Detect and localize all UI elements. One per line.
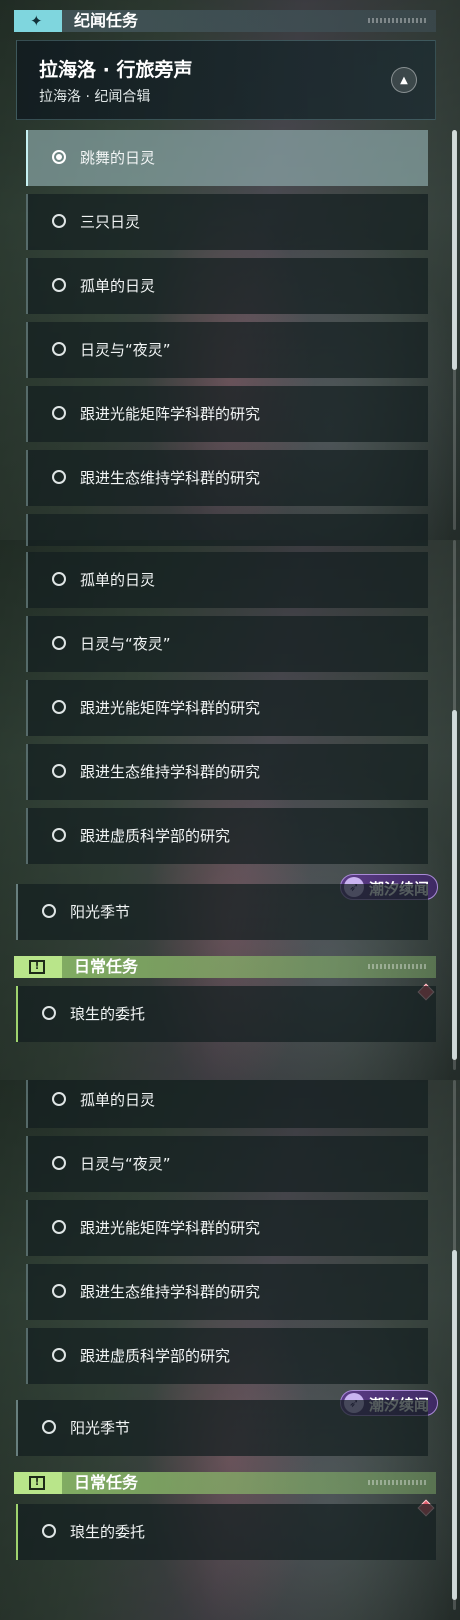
quest-label: 跟进光能矩阵学科群的研究 xyxy=(80,405,261,423)
quest-label: 跳舞的日灵 xyxy=(80,149,156,167)
radio-icon xyxy=(52,572,66,586)
quest-label: 跟进光能矩阵学科群的研究 xyxy=(80,699,261,717)
quest-label: 日灵与“夜灵” xyxy=(80,635,171,653)
screenshot-panel-2: 孤单的日灵 日灵与“夜灵” 跟进光能矩阵学科群的研究 跟进生态维持学科群的研究 … xyxy=(0,540,460,1080)
collapse-triangle-icon[interactable]: ▲ xyxy=(391,67,417,93)
quest-label: 三只日灵 xyxy=(80,213,141,231)
scrollbar-thumb[interactable] xyxy=(452,130,457,370)
daily-quest-item[interactable]: 琅生的委托 xyxy=(16,986,436,1042)
section-tag: ! xyxy=(14,1472,62,1494)
scrollbar-thumb[interactable] xyxy=(452,710,457,1060)
section-title: 纪闻任务 xyxy=(74,11,139,30)
section-tag: ! xyxy=(14,956,62,978)
radio-icon xyxy=(52,406,66,420)
quest-item-partial[interactable] xyxy=(26,540,428,546)
radio-icon xyxy=(52,1348,66,1362)
radio-selected-icon xyxy=(52,150,66,164)
main-quest-item[interactable]: 阳光季节 xyxy=(16,884,428,940)
screenshot-panel-1: ✦ 纪闻任务 拉海洛 · 行旅旁声 拉海洛 · 纪闻合辑 ▲ 跳舞的日灵 三只日… xyxy=(0,0,460,540)
quest-label: 孤单的日灵 xyxy=(80,1091,156,1109)
quest-item[interactable]: 跟进生态维持学科群的研究 xyxy=(26,744,428,800)
radio-icon xyxy=(42,904,56,918)
alert-icon: ! xyxy=(29,1476,45,1490)
quest-label: 跟进光能矩阵学科群的研究 xyxy=(80,1219,261,1237)
radio-icon xyxy=(52,700,66,714)
quest-item[interactable]: 跟进光能矩阵学科群的研究 xyxy=(26,386,428,442)
quest-item[interactable]: 跟进光能矩阵学科群的研究 xyxy=(26,680,428,736)
radio-icon xyxy=(42,1006,56,1020)
quest-series-card[interactable]: 拉海洛 · 行旅旁声 拉海洛 · 纪闻合辑 ▲ xyxy=(16,40,436,120)
daily-quest-item[interactable]: 琅生的委托 xyxy=(16,1504,436,1560)
quest-label: 孤单的日灵 xyxy=(80,277,156,295)
quest-label: 跟进虚质科学部的研究 xyxy=(80,1347,231,1365)
radio-icon xyxy=(52,828,66,842)
quest-item[interactable]: 日灵与“夜灵” xyxy=(26,322,428,378)
screenshot-panel-3: 孤单的日灵 日灵与“夜灵” 跟进光能矩阵学科群的研究 跟进生态维持学科群的研究 … xyxy=(0,1080,460,1620)
radio-icon xyxy=(52,636,66,650)
quest-item[interactable]: 孤单的日灵 xyxy=(26,1080,428,1128)
quest-item[interactable]: 日灵与“夜灵” xyxy=(26,1136,428,1192)
section-header-daily-quests: ! 日常任务 xyxy=(14,956,436,978)
quest-item[interactable]: 孤单的日灵 xyxy=(26,258,428,314)
quest-label: 跟进虚质科学部的研究 xyxy=(80,827,231,845)
radio-icon xyxy=(42,1524,56,1538)
quest-item[interactable]: 跟进生态维持学科群的研究 xyxy=(26,450,428,506)
radio-icon xyxy=(42,1420,56,1434)
quest-label: 跟进生态维持学科群的研究 xyxy=(80,1283,261,1301)
alert-icon: ! xyxy=(29,960,45,974)
radio-icon xyxy=(52,1092,66,1106)
series-subtitle: 拉海洛 · 纪闻合辑 xyxy=(39,89,151,105)
radio-icon xyxy=(52,278,66,292)
quest-item[interactable]: 跟进生态维持学科群的研究 xyxy=(26,1264,428,1320)
quest-item[interactable]: 跟进虚质科学部的研究 xyxy=(26,1328,428,1384)
section-header-daily-quests: ! 日常任务 xyxy=(14,1472,436,1494)
quest-item[interactable]: 三只日灵 xyxy=(26,194,428,250)
header-decoration xyxy=(368,964,428,969)
main-quest-item[interactable]: 阳光季节 xyxy=(16,1400,428,1456)
quest-label: 日灵与“夜灵” xyxy=(80,1155,171,1173)
sparkle-icon: ✦ xyxy=(30,12,43,30)
radio-icon xyxy=(52,470,66,484)
header-decoration xyxy=(368,18,428,23)
quest-label: 阳光季节 xyxy=(70,903,131,921)
quest-item[interactable]: 日灵与“夜灵” xyxy=(26,616,428,672)
quest-item-partial[interactable] xyxy=(26,514,428,540)
quest-label: 日灵与“夜灵” xyxy=(80,341,171,359)
quest-label: 孤单的日灵 xyxy=(80,571,156,589)
radio-icon xyxy=(52,214,66,228)
section-title: 日常任务 xyxy=(74,1473,139,1492)
quest-item[interactable]: 跟进虚质科学部的研究 xyxy=(26,808,428,864)
quest-label: 跟进生态维持学科群的研究 xyxy=(80,469,261,487)
scrollbar-thumb[interactable] xyxy=(452,1250,457,1600)
quest-item[interactable]: 孤单的日灵 xyxy=(26,552,428,608)
section-tag: ✦ xyxy=(14,10,62,32)
quest-label: 琅生的委托 xyxy=(70,1005,146,1023)
quest-label: 琅生的委托 xyxy=(70,1523,146,1541)
quest-label: 跟进生态维持学科群的研究 xyxy=(80,763,261,781)
radio-icon xyxy=(52,1220,66,1234)
radio-icon xyxy=(52,1284,66,1298)
quest-item[interactable]: 跟进光能矩阵学科群的研究 xyxy=(26,1200,428,1256)
radio-icon xyxy=(52,1156,66,1170)
quest-item[interactable]: 跳舞的日灵 xyxy=(26,130,428,186)
section-title: 日常任务 xyxy=(74,957,139,976)
series-name: 拉海洛 · 行旅旁声 xyxy=(39,59,193,81)
header-decoration xyxy=(368,1480,428,1485)
radio-icon xyxy=(52,764,66,778)
quest-label: 阳光季节 xyxy=(70,1419,131,1437)
radio-icon xyxy=(52,342,66,356)
section-header-story-quests: ✦ 纪闻任务 xyxy=(14,10,436,32)
